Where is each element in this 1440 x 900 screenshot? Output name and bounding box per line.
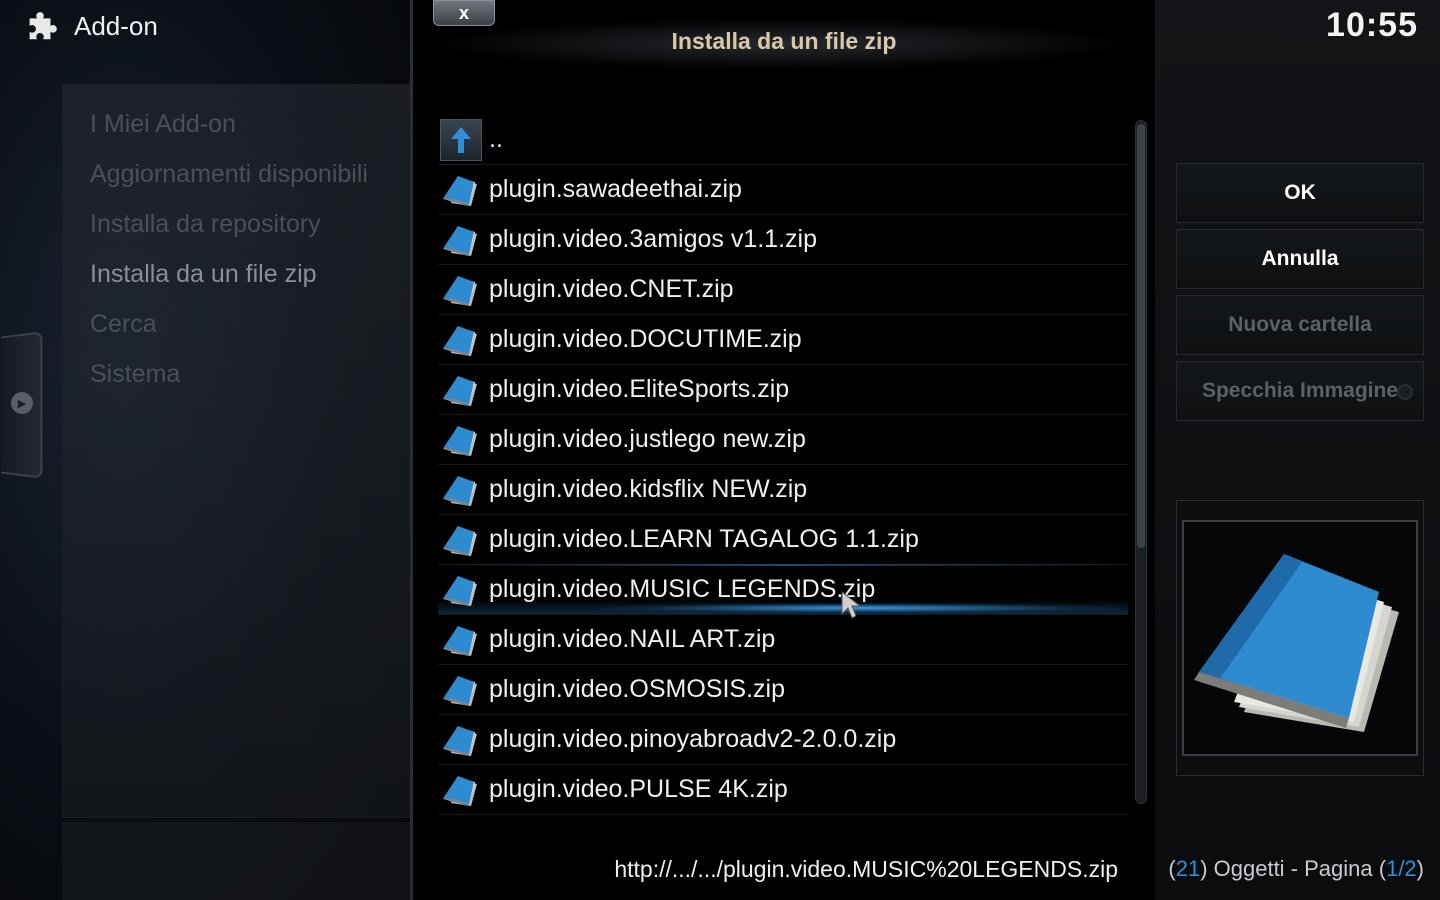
zip-file-icon — [438, 467, 484, 513]
zip-file-icon — [438, 317, 484, 363]
preview-thumbnail — [1182, 520, 1418, 756]
mirror-image-toggle[interactable]: Specchia Immagine — [1176, 361, 1424, 421]
sidebar-item-install-repository[interactable]: Installa da repository — [90, 204, 321, 244]
file-name: plugin.video.EliteSports.zip — [489, 375, 790, 403]
cancel-button[interactable]: Annulla — [1176, 229, 1424, 289]
zip-file-icon — [438, 517, 484, 563]
file-list-item[interactable]: plugin.video.NAIL ART.zip — [438, 615, 1128, 665]
sidebar-footer — [62, 822, 412, 900]
zip-file-icon — [438, 767, 484, 813]
item-count-status: (21) Oggetti - Pagina (1/2) — [1168, 856, 1424, 881]
file-name: plugin.video.justlego new.zip — [489, 425, 806, 453]
page-number: 1/2 — [1386, 856, 1417, 881]
puzzle-icon — [29, 12, 57, 40]
file-list-item[interactable]: plugin.video.CNET.zip — [438, 265, 1128, 315]
close-button[interactable]: x — [433, 0, 495, 26]
file-name: plugin.video.pinoyabroadv2-2.0.0.zip — [489, 725, 897, 753]
mouse-pointer-icon — [841, 590, 862, 619]
arrow-up-icon — [440, 118, 482, 161]
selection-highlight — [440, 564, 1130, 566]
file-list-item[interactable]: plugin.video.kidsflix NEW.zip — [438, 465, 1128, 515]
file-list-item[interactable]: plugin.video.PULSE 4K.zip — [438, 765, 1128, 815]
dialog-title: Installa da un file zip — [671, 28, 897, 54]
sidebar-item-search[interactable]: Cerca — [90, 304, 157, 344]
ok-button[interactable]: OK — [1176, 163, 1424, 223]
selected-file-path: http://.../.../plugin.video.MUSIC%20LEGE… — [614, 856, 1118, 882]
sidebar-item-system[interactable]: Sistema — [90, 354, 180, 394]
file-list-item[interactable]: plugin.video.pinoyabroadv2-2.0.0.zip — [438, 715, 1128, 765]
zip-file-icon — [438, 417, 484, 463]
file-name: plugin.video.MUSIC LEGENDS.zip — [489, 575, 876, 603]
sidebar-item-updates[interactable]: Aggiornamenti disponibili — [90, 154, 368, 194]
zip-file-icon — [438, 567, 484, 613]
file-name: plugin.video.3amigos v1.1.zip — [489, 225, 817, 253]
file-list-item[interactable]: plugin.sawadeethai.zip — [438, 165, 1128, 215]
new-folder-button[interactable]: Nuova cartella — [1176, 295, 1424, 355]
file-name: plugin.video.NAIL ART.zip — [489, 625, 776, 653]
file-list-item[interactable]: plugin.video.justlego new.zip — [438, 415, 1128, 465]
sidebar-item-install-zip[interactable]: Installa da un file zip — [90, 254, 317, 294]
objects-page-label: Oggetti - Pagina — [1213, 856, 1373, 881]
zip-file-large-icon — [1194, 554, 1399, 732]
window-title: Add-on — [22, 6, 158, 46]
zip-file-icon — [438, 717, 484, 763]
file-name: plugin.video.PULSE 4K.zip — [489, 775, 788, 803]
file-name: plugin.video.OSMOSIS.zip — [489, 675, 785, 703]
zip-file-icon — [438, 267, 484, 313]
radio-indicator-icon — [1397, 384, 1413, 400]
chevron-right-icon[interactable]: ▶ — [11, 392, 33, 414]
clock: 10:55 — [1326, 6, 1418, 44]
file-list-item[interactable]: plugin.video.EliteSports.zip — [438, 365, 1128, 415]
file-name: plugin.video.DOCUTIME.zip — [489, 325, 802, 353]
mirror-image-label: Specchia Immagine — [1201, 379, 1399, 402]
parent-directory-item[interactable]: .. — [438, 115, 1128, 165]
file-name: plugin.video.kidsflix NEW.zip — [489, 475, 808, 503]
zip-file-icon — [438, 167, 484, 213]
file-list-item[interactable]: plugin.video.3amigos v1.1.zip — [438, 215, 1128, 265]
file-list-item[interactable]: plugin.video.DOCUTIME.zip — [438, 315, 1128, 365]
zip-file-icon — [438, 667, 484, 713]
close-icon: x — [458, 2, 469, 23]
item-count: 21 — [1175, 856, 1201, 881]
file-name: plugin.sawadeethai.zip — [489, 175, 742, 203]
window-title-text: Add-on — [74, 10, 158, 41]
parent-directory-label: .. — [489, 125, 503, 153]
zip-file-icon — [438, 617, 484, 663]
file-name: plugin.video.LEARN TAGALOG 1.1.zip — [489, 525, 919, 553]
divider — [410, 0, 413, 900]
sidebar-panel — [62, 84, 412, 818]
file-list-item[interactable]: plugin.video.OSMOSIS.zip — [438, 665, 1128, 715]
zip-file-icon — [438, 217, 484, 263]
sidebar-item-my-addons[interactable]: I Miei Add-on — [90, 104, 236, 144]
file-name: plugin.video.CNET.zip — [489, 275, 734, 303]
scrollbar-thumb[interactable] — [1137, 124, 1145, 548]
zip-file-icon — [438, 367, 484, 413]
file-list-item[interactable]: plugin.video.LEARN TAGALOG 1.1.zip — [438, 515, 1128, 565]
